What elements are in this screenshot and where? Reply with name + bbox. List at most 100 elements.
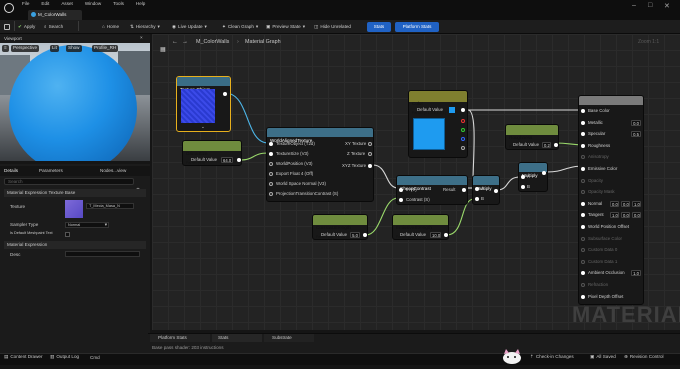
- material-watermark: MATERIAL: [572, 302, 680, 327]
- result-pin-label: Custom Data 1: [588, 258, 618, 264]
- input-pin[interactable]: [581, 143, 585, 148]
- input-pin[interactable]: [269, 182, 273, 186]
- output-pin[interactable]: [237, 158, 241, 162]
- input-pin[interactable]: [521, 175, 525, 179]
- output-pin-r[interactable]: [461, 119, 465, 123]
- input-pin[interactable]: [521, 185, 525, 189]
- default-value-input[interactable]: 0.2: [542, 142, 551, 148]
- result-pin-label: World Position Offset: [588, 224, 630, 229]
- result-pin-label: Anisotropy: [588, 154, 609, 160]
- default-value-label: Default Value: [400, 232, 427, 237]
- tab-platform-stats[interactable]: Platform Stats: [150, 334, 210, 342]
- input-pin[interactable]: [269, 192, 273, 196]
- input-pin[interactable]: [581, 201, 585, 206]
- output-pin[interactable]: [368, 152, 372, 156]
- revision-control-button[interactable]: ⊕ Revision Control: [624, 354, 664, 360]
- input-pin[interactable]: [581, 236, 585, 241]
- chevron-down-icon[interactable]: ⌄: [201, 124, 205, 130]
- input-label: A: [527, 174, 530, 179]
- input-pin[interactable]: [581, 271, 585, 276]
- input-pin[interactable]: [399, 188, 403, 192]
- input-pin[interactable]: [581, 213, 585, 218]
- output-pin[interactable]: [554, 143, 558, 147]
- result-value-input[interactable]: 0.0: [610, 200, 619, 207]
- output-label: Result: [443, 187, 456, 192]
- input-pin[interactable]: [581, 155, 585, 160]
- output-log-button[interactable]: ▥ Output Log: [50, 354, 80, 360]
- output-pin[interactable]: [542, 171, 546, 175]
- output-pin[interactable]: [223, 92, 227, 96]
- material-result-node[interactable]: M_ColorWalls Base Color Metallic Specular R…: [578, 95, 644, 305]
- check-in-button[interactable]: ⇡ Check-in Changes: [530, 354, 574, 360]
- input-pin[interactable]: [581, 120, 585, 125]
- default-value-label: Default Value: [191, 157, 218, 162]
- input-pin[interactable]: [581, 259, 585, 264]
- input-pin[interactable]: [581, 132, 585, 137]
- input-pin[interactable]: [269, 172, 273, 176]
- node-header: Multiply: [473, 176, 499, 191]
- color-swatch[interactable]: [449, 107, 455, 113]
- output-pin[interactable]: [494, 189, 498, 193]
- world-aligned-texture-node[interactable]: WorldAlignedTexture TextureObject (T2d) …: [266, 127, 374, 202]
- contrast-strength-node[interactable]: ContrastStrength Param (5) Default Value …: [312, 214, 368, 240]
- input-pin[interactable]: [581, 225, 585, 229]
- input-pin[interactable]: [581, 294, 585, 299]
- input-label: B: [481, 196, 484, 201]
- node-title: Color: [412, 101, 423, 106]
- input-pin[interactable]: [269, 152, 273, 156]
- color-preview: [413, 118, 445, 150]
- saved-status[interactable]: ▣ All Saved: [590, 354, 616, 360]
- input-pin[interactable]: [581, 178, 585, 183]
- result-value-input[interactable]: 0.0: [631, 119, 641, 126]
- input-pin[interactable]: [581, 248, 585, 253]
- result-value-input[interactable]: 0.5: [631, 131, 641, 138]
- result-value-input[interactable]: 0.0: [621, 212, 630, 219]
- output-log-label: Output Log: [56, 354, 80, 359]
- result-value-input[interactable]: 1.0: [632, 200, 641, 207]
- result-value-input[interactable]: 0.0: [621, 200, 630, 207]
- grime-size-node[interactable]: GrimeSize Param (0.5) Default Value 64.0: [182, 140, 242, 166]
- output-pin[interactable]: [363, 233, 367, 237]
- default-value-input[interactable]: 10.0: [430, 232, 441, 238]
- result-value-input[interactable]: 1.0: [631, 270, 641, 277]
- result-value-input[interactable]: 1.0: [610, 212, 619, 219]
- input-pin[interactable]: [269, 162, 273, 166]
- output-pin[interactable]: [368, 164, 372, 168]
- input-pin[interactable]: [581, 167, 585, 171]
- input-pin[interactable]: [399, 198, 403, 202]
- output-pin[interactable]: [462, 188, 466, 192]
- output-pin[interactable]: [461, 108, 465, 112]
- input-pin[interactable]: [581, 109, 585, 113]
- multiply-node[interactable]: Multiply A B: [518, 162, 548, 192]
- color-param-node[interactable]: Color Param (0.1,0.6,1.0,1) Default Value: [408, 90, 468, 158]
- result-pin-label: Custom Data 0: [588, 247, 618, 253]
- tab-stats[interactable]: Stats: [212, 334, 262, 342]
- texture-object-node[interactable]: Texture Object ⌄: [176, 76, 231, 132]
- input-pin[interactable]: [269, 142, 273, 146]
- default-value-input[interactable]: 5.0: [350, 232, 360, 238]
- input-label: A: [481, 186, 484, 191]
- output-log-icon: ▥: [50, 354, 55, 359]
- result-pin-label: Pixel Depth Offset: [588, 293, 624, 299]
- tab-substrate[interactable]: Substrate: [264, 334, 314, 342]
- emissive-strength-node[interactable]: EmissiveStrength Param (10) Default Value…: [392, 214, 449, 240]
- input-pin[interactable]: [475, 197, 479, 201]
- output-pin[interactable]: [444, 233, 448, 237]
- roughness-node[interactable]: Roughness Param (0.2) Default Value 0.2: [505, 124, 559, 150]
- result-pin-label: Specular: [588, 131, 606, 137]
- stats-text: Base pass shader: 203 instructions: [152, 345, 224, 350]
- output-pin-a[interactable]: [461, 146, 465, 150]
- input-pin[interactable]: [475, 187, 479, 191]
- output-pin-g[interactable]: [461, 128, 465, 132]
- input-pin[interactable]: [581, 190, 585, 195]
- cheap-contrast-node[interactable]: CheapContrast In (V) Contrast (S) Result: [396, 175, 468, 205]
- content-drawer-button[interactable]: ▤ Content Drawer: [4, 354, 43, 360]
- default-value-input[interactable]: 64.0: [221, 157, 233, 163]
- node-header: Texture Object: [177, 77, 230, 92]
- result-value-input[interactable]: 0.0: [632, 212, 641, 219]
- output-pin-b[interactable]: [461, 137, 465, 141]
- cmd-dropdown[interactable]: Cmd: [90, 355, 100, 361]
- input-pin[interactable]: [581, 283, 585, 287]
- multiply-node[interactable]: Multiply A B: [472, 175, 500, 205]
- output-pin[interactable]: [368, 142, 372, 146]
